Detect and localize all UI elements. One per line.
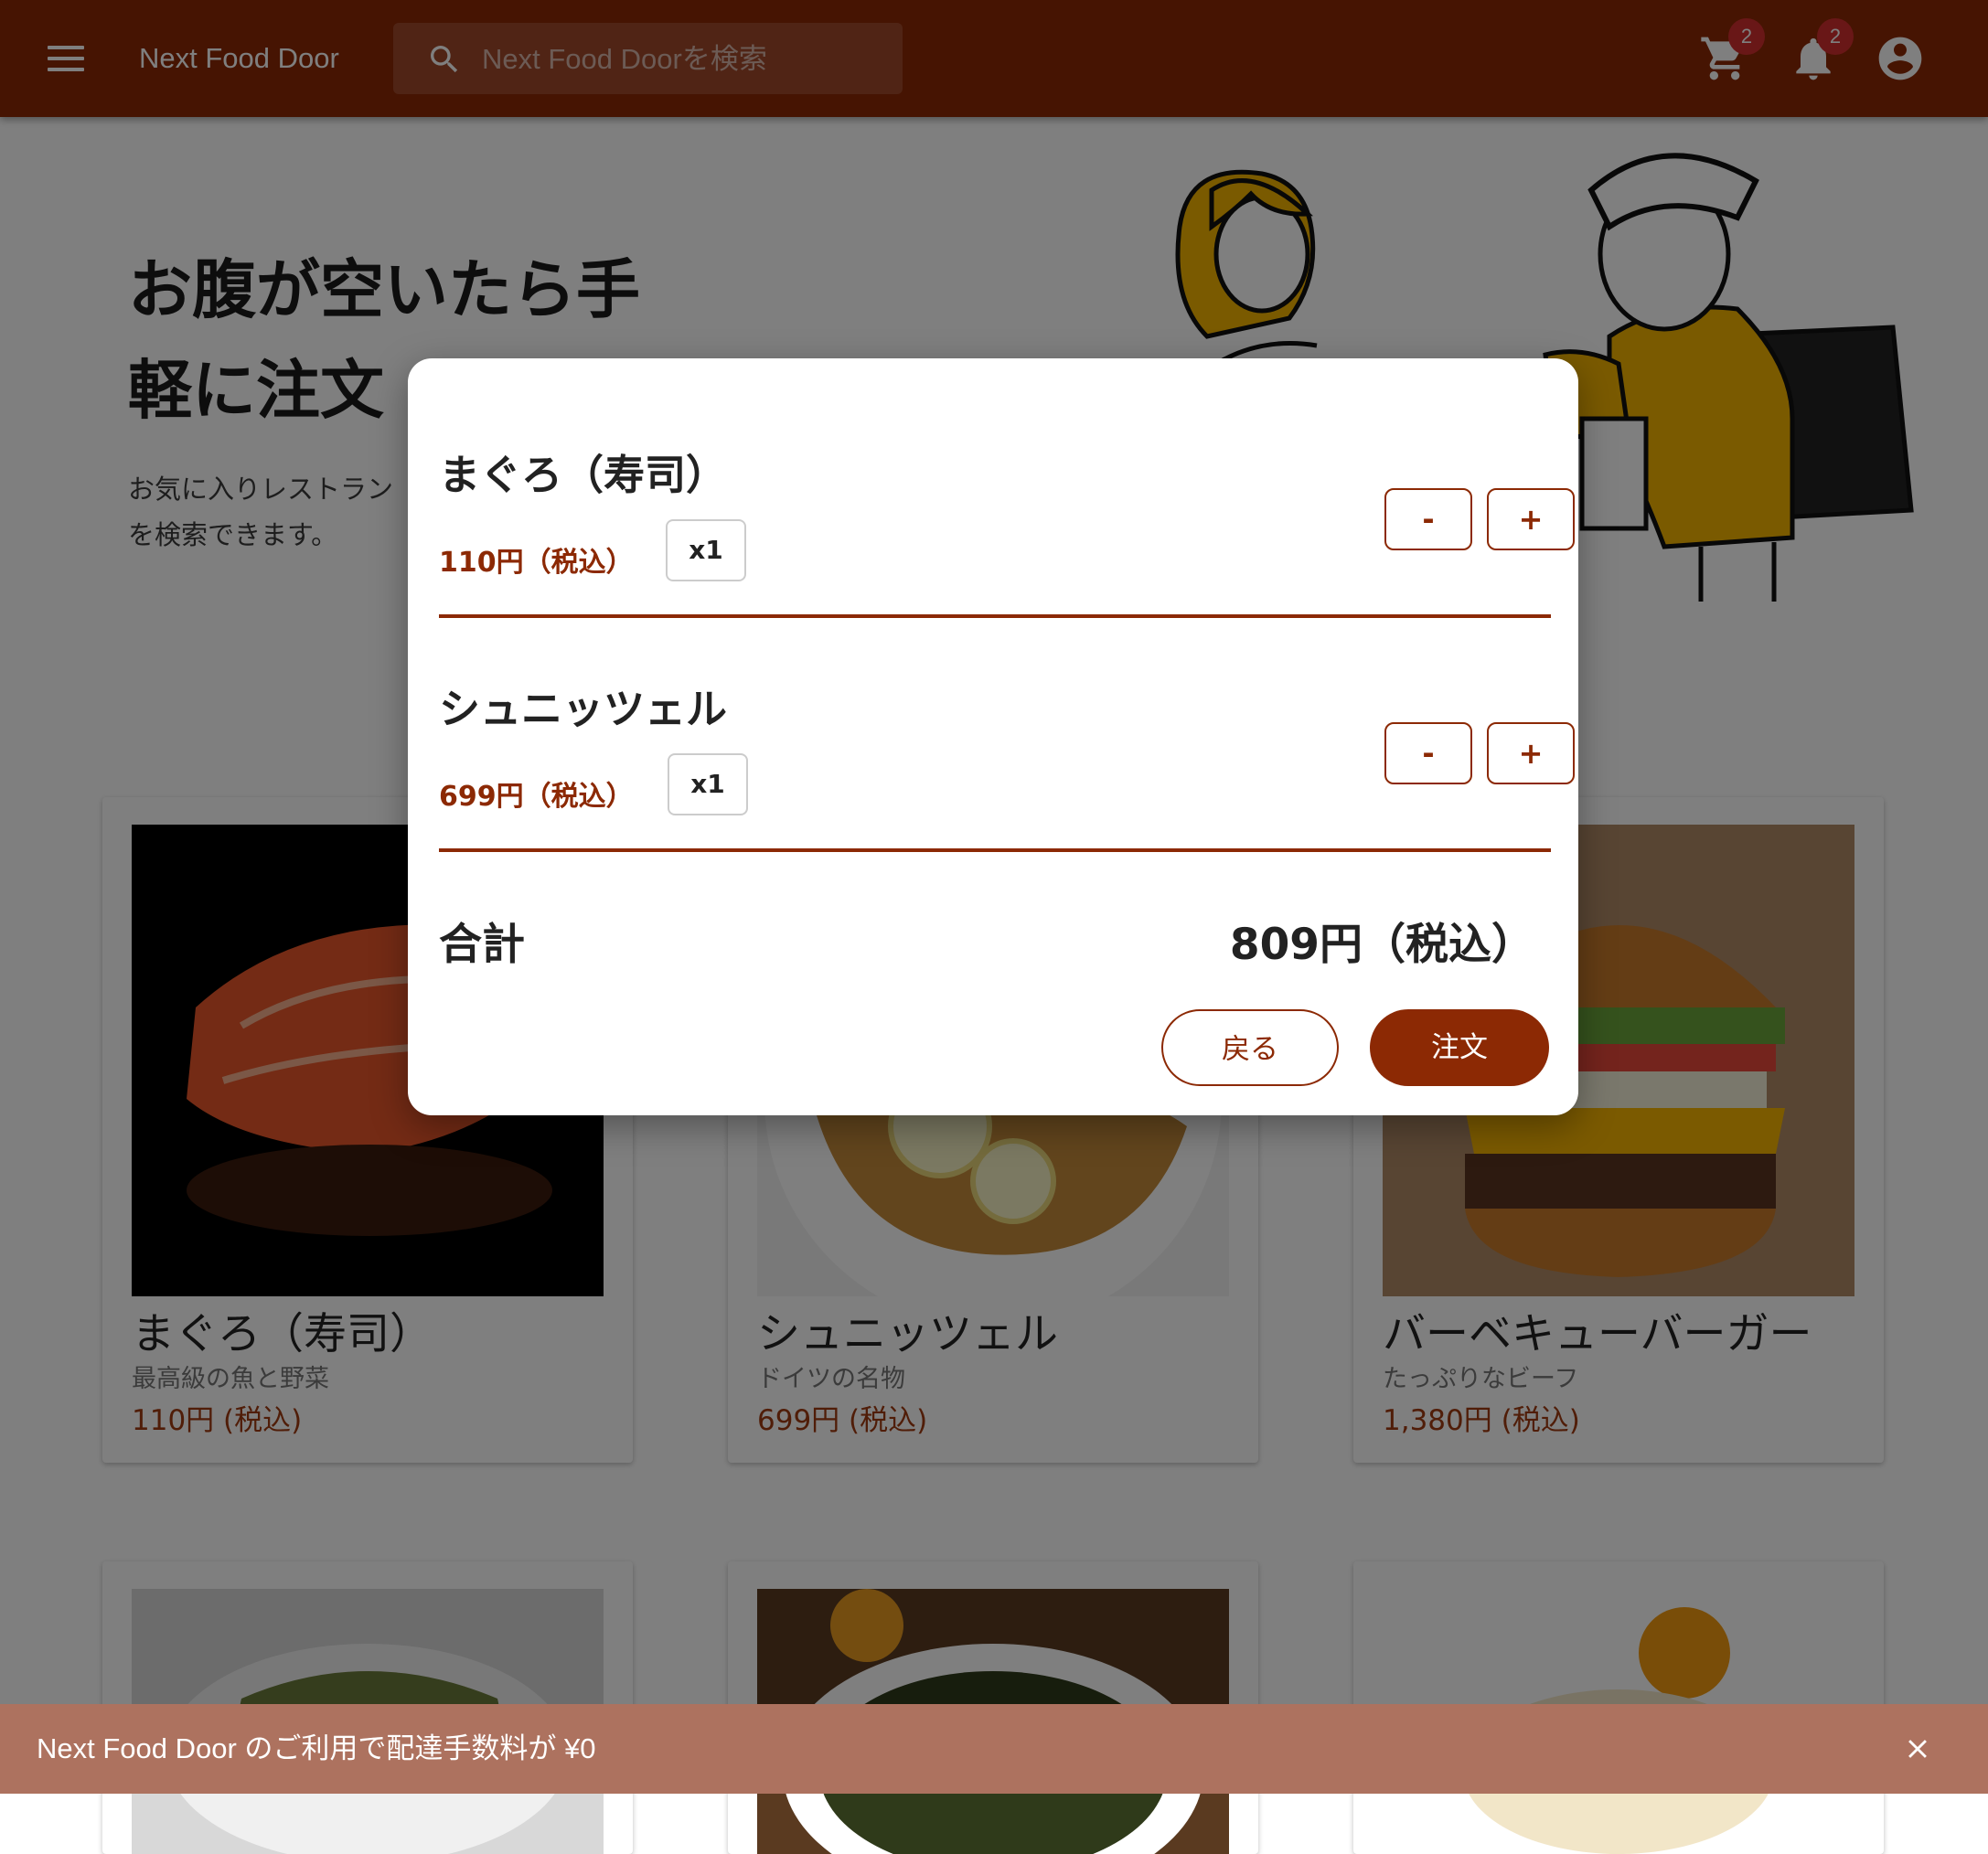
decrease-quantity-button[interactable]: - xyxy=(1384,488,1472,550)
cart-item: まぐろ（寿司） 110円（税込） x1 - + xyxy=(439,450,1575,684)
divider xyxy=(439,614,1551,618)
order-button[interactable]: 注文 xyxy=(1370,1009,1549,1086)
cart-item-quantity: x1 xyxy=(666,519,746,581)
promo-snackbar: Next Food Door のご利用で配達手数料が ¥0 xyxy=(0,1704,1988,1794)
divider xyxy=(439,848,1551,852)
cart-item-name: シュニッツェル xyxy=(439,685,728,733)
cart-item-name: まぐろ（寿司） xyxy=(439,451,728,499)
snackbar-message: Next Food Door のご利用で配達手数料が ¥0 xyxy=(37,1732,596,1764)
increase-quantity-button[interactable]: + xyxy=(1487,488,1575,550)
cart-item-price: 699円（税込） xyxy=(439,781,634,813)
total-value: 809円（税込） xyxy=(1229,920,1534,970)
increase-quantity-button[interactable]: + xyxy=(1487,722,1575,784)
cart-dialog: まぐろ（寿司） 110円（税込） x1 - + シュニッツェル 699円（税込）… xyxy=(408,358,1578,1115)
cart-item-quantity: x1 xyxy=(668,753,748,815)
total-label: 合計 xyxy=(439,920,525,970)
cart-item-price: 110円（税込） xyxy=(439,547,634,579)
back-button[interactable]: 戻る xyxy=(1161,1009,1339,1086)
decrease-quantity-button[interactable]: - xyxy=(1384,722,1472,784)
close-icon[interactable] xyxy=(1902,1733,1933,1764)
cart-item: シュニッツェル 699円（税込） x1 - + xyxy=(439,684,1575,918)
